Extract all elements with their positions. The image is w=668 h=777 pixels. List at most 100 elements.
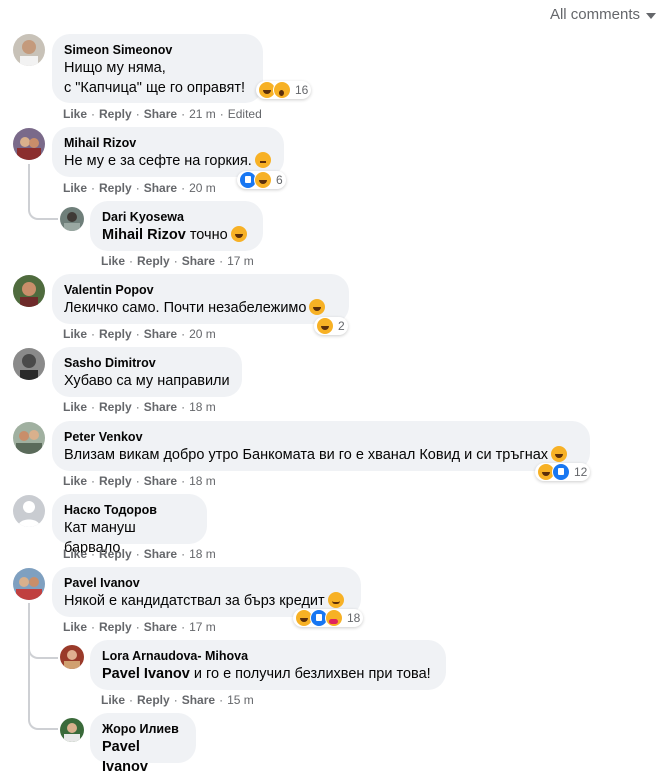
timestamp[interactable]: 21 m	[189, 107, 216, 121]
reply-link[interactable]: Reply	[99, 620, 132, 634]
reaction-count: 16	[295, 83, 309, 97]
timestamp[interactable]: 20 m	[189, 327, 216, 341]
share-link[interactable]: Share	[144, 107, 177, 121]
share-link[interactable]: Share	[144, 620, 177, 634]
all-comments-label: All comments	[549, 6, 640, 23]
reaction-count: 12	[574, 465, 588, 479]
reply-bubble: Lora Arnaudova- Mihova Pavel Ivanov и го…	[90, 640, 446, 690]
comment-bubble: Наско Тодоров Кат мануш барвало	[52, 494, 207, 556]
timestamp[interactable]: 18 m	[189, 474, 216, 488]
share-link[interactable]: Share	[144, 400, 177, 414]
separator: ·	[181, 620, 186, 634]
timestamp[interactable]: 17 m	[227, 254, 254, 268]
share-link[interactable]: Share	[144, 474, 177, 488]
separator: ·	[181, 107, 186, 121]
caret-down-icon	[646, 12, 656, 19]
separator: ·	[181, 547, 186, 561]
edited-label: Edited	[227, 107, 262, 121]
timestamp[interactable]: 18 m	[189, 400, 216, 414]
separator: ·	[135, 547, 140, 561]
reaction-summary[interactable]: 18	[293, 609, 364, 627]
mention-link[interactable]: Pavel Ivanov	[102, 739, 148, 775]
comment-author[interactable]: Peter Venkov	[64, 429, 578, 445]
comment-author[interactable]: Lora Arnaudova- Mihova	[102, 648, 434, 664]
separator: ·	[181, 400, 186, 414]
reply-link[interactable]: Reply	[99, 547, 132, 561]
timestamp[interactable]: 15 m	[227, 693, 254, 707]
reaction-summary[interactable]: 12	[535, 463, 591, 481]
separator: ·	[135, 181, 140, 195]
avatar[interactable]	[13, 128, 45, 160]
mention-link[interactable]: Pavel Ivanov	[102, 666, 190, 682]
share-link[interactable]: Share	[144, 327, 177, 341]
avatar[interactable]	[60, 718, 84, 742]
reply-link[interactable]: Reply	[99, 474, 132, 488]
like-link[interactable]: Like	[63, 181, 87, 195]
separator: ·	[129, 693, 134, 707]
like-link[interactable]: Like	[63, 107, 87, 121]
comment-author[interactable]: Sasho Dimitrov	[64, 355, 230, 371]
avatar[interactable]	[13, 34, 45, 66]
all-comments-filter[interactable]: All comments	[550, 6, 656, 23]
thinking-emoji-icon	[254, 152, 271, 168]
comment-bubble: Valentin Popov Лекичко само. Почти незаб…	[52, 274, 349, 324]
like-link[interactable]: Like	[63, 327, 87, 341]
care-reaction-icon	[325, 609, 343, 627]
reply-link[interactable]: Reply	[137, 693, 170, 707]
like-link[interactable]: Like	[101, 254, 125, 268]
reply-link[interactable]: Reply	[137, 254, 170, 268]
default-avatar[interactable]	[13, 495, 45, 527]
reply-link[interactable]: Reply	[99, 400, 132, 414]
share-link[interactable]: Share	[144, 547, 177, 561]
separator: ·	[135, 620, 140, 634]
share-link[interactable]: Share	[144, 181, 177, 195]
like-link[interactable]: Like	[63, 620, 87, 634]
avatar[interactable]	[13, 422, 45, 454]
comment-bubble: Sasho Dimitrov Хубаво са му направили	[52, 347, 242, 397]
comment-author[interactable]: Valentin Popov	[64, 282, 337, 298]
separator: ·	[91, 181, 96, 195]
comment-text: Нищо му няма, с "Капчица" ще го оправят!	[64, 60, 246, 96]
mention-link[interactable]: Mihail Rizov	[102, 227, 186, 243]
reaction-summary[interactable]: 2	[314, 317, 348, 335]
timestamp[interactable]: 17 m	[189, 620, 216, 634]
like-link[interactable]: Like	[63, 400, 87, 414]
avatar[interactable]	[60, 207, 84, 231]
reaction-summary[interactable]: 16	[256, 81, 312, 99]
comment-author[interactable]: Жоро Илиев	[102, 721, 184, 737]
avatar[interactable]	[13, 568, 45, 600]
share-link[interactable]: Share	[182, 254, 215, 268]
avatar[interactable]	[13, 275, 45, 307]
comment-actions: Like · Reply · Share · 20 m	[63, 181, 216, 195]
comment-author[interactable]: Pavel Ivanov	[64, 575, 349, 591]
timestamp[interactable]: 20 m	[189, 181, 216, 195]
reply-link[interactable]: Reply	[99, 181, 132, 195]
avatar[interactable]	[13, 348, 45, 380]
comment-actions: Like · Reply · Share · 18 m	[63, 547, 216, 561]
thread-line	[28, 650, 58, 730]
share-link[interactable]: Share	[182, 693, 215, 707]
comment-author[interactable]: Simeon Simeonov	[64, 42, 251, 58]
reaction-summary[interactable]: 6	[237, 171, 286, 189]
separator: ·	[219, 254, 224, 268]
separator: ·	[135, 107, 140, 121]
separator: ·	[135, 400, 140, 414]
comment-author[interactable]: Наско Тодоров	[64, 502, 195, 518]
comment-text: Хубаво са му направили	[64, 373, 230, 389]
reply-link[interactable]: Reply	[99, 107, 132, 121]
like-reaction-icon	[552, 463, 570, 481]
grin-emoji-icon	[551, 446, 568, 462]
like-link[interactable]: Like	[63, 474, 87, 488]
reply-link[interactable]: Reply	[99, 327, 132, 341]
comment-text: и го е получил безлихвен при това!	[189, 666, 431, 682]
timestamp[interactable]: 18 m	[189, 547, 216, 561]
comment-text: Влизам викам добро утро Банкомата ви го …	[64, 447, 549, 463]
comment-actions: Like · Reply · Share · 17 m	[63, 620, 216, 634]
like-link[interactable]: Like	[101, 693, 125, 707]
comment-actions: Like · Reply · Share · 18 m	[63, 400, 216, 414]
like-link[interactable]: Like	[63, 547, 87, 561]
comment-author[interactable]: Dari Kyosewa	[102, 209, 251, 225]
avatar[interactable]	[60, 645, 84, 669]
comment-bubble: Simeon Simeonov Нищо му няма, с "Капчица…	[52, 34, 263, 103]
comment-author[interactable]: Mihail Rizov	[64, 135, 272, 151]
